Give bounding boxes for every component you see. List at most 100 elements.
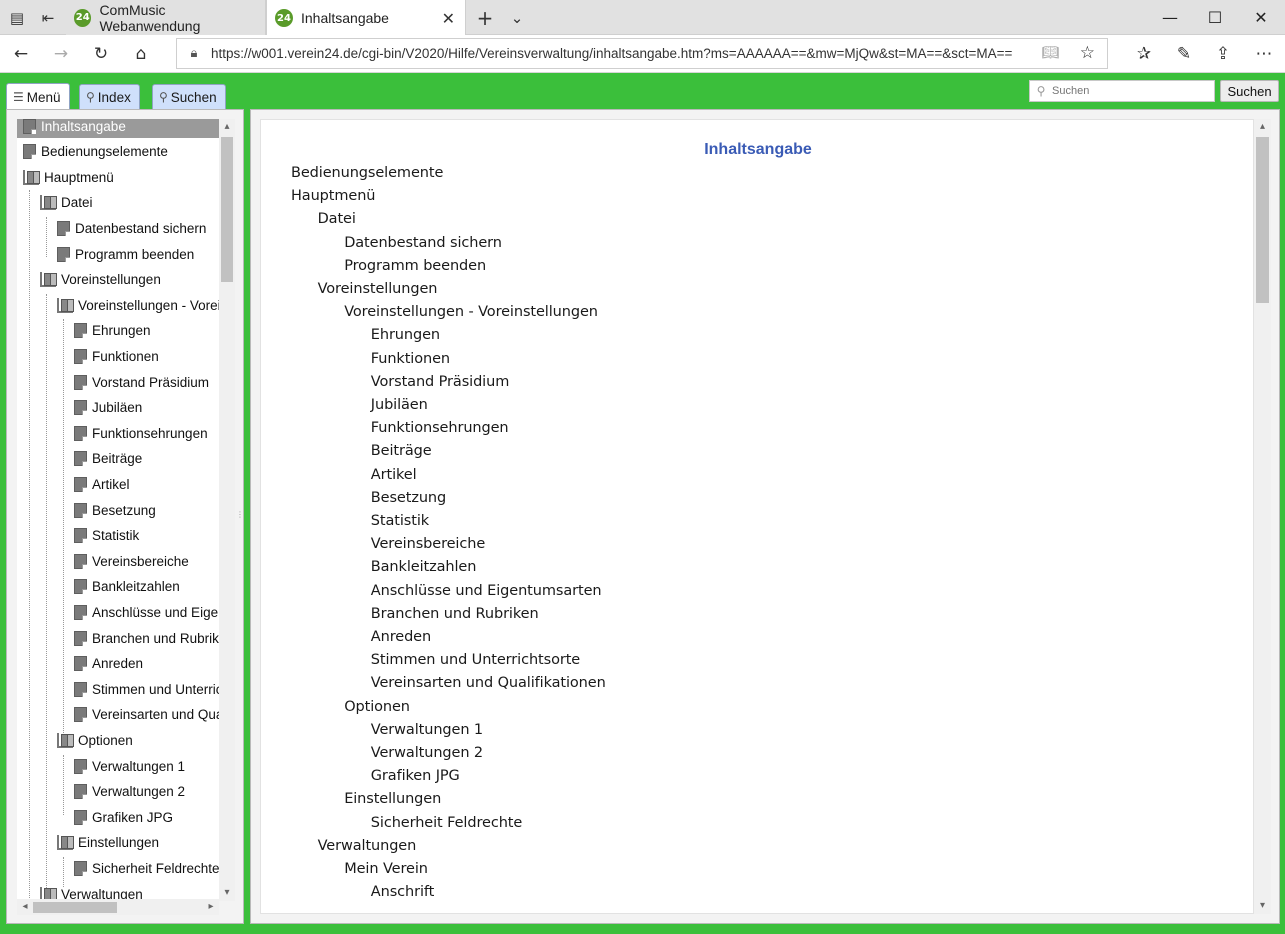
tree-item[interactable]: Sicherheit Feldrechte (17, 856, 219, 880)
pen-icon[interactable]: ✎ (1171, 42, 1197, 66)
toc-link[interactable]: Beiträge (371, 443, 432, 459)
tree-item[interactable]: Beiträge (17, 447, 219, 471)
tree-item[interactable]: Voreinstellungen - Voreins (17, 293, 219, 317)
close-tab-icon[interactable]: ✕ (442, 9, 455, 28)
toc-link[interactable]: Verwaltungen 1 (371, 722, 483, 738)
tree-item[interactable]: Datenbestand sichern (17, 216, 219, 240)
tab-actions-icon[interactable]: ▤ (6, 7, 28, 29)
tree-item[interactable]: Funktionsehrungen (17, 421, 219, 445)
tree-item[interactable]: Hauptmenü (17, 165, 219, 189)
tree-item[interactable]: Bedienungselemente (17, 140, 219, 164)
tree-item[interactable]: Grafiken JPG (17, 805, 219, 829)
tree-item[interactable]: Datei (17, 191, 219, 215)
toc-link[interactable]: Anschlüsse und Eigentumsarten (371, 583, 602, 599)
reading-view-icon[interactable]: 📖︎ (1041, 45, 1059, 61)
splitter-handle[interactable]: ⋮ (236, 510, 244, 519)
tree-item[interactable]: Statistik (17, 524, 219, 548)
tree-item[interactable]: Anschlüsse und Eigen (17, 600, 219, 624)
tree-item[interactable]: Einstellungen (17, 831, 219, 855)
tree-item[interactable]: Optionen (17, 728, 219, 752)
tab-search[interactable]: ⚲ Suchen (152, 84, 226, 109)
toc-link[interactable]: Stimmen und Unterrichtsorte (371, 652, 580, 668)
new-tab-icon[interactable]: + (474, 6, 496, 30)
toc-link[interactable]: Bedienungselemente (291, 165, 443, 181)
scroll-down-icon[interactable]: ▾ (1254, 898, 1271, 914)
toc-link[interactable]: Mein Verein (344, 861, 428, 877)
minimize-icon[interactable]: — (1158, 6, 1182, 28)
favorite-star-icon[interactable]: ☆ (1080, 43, 1095, 63)
toc-link[interactable]: Vereinsarten und Qualifikationen (371, 675, 606, 691)
toc-link[interactable]: Vereinsbereiche (371, 536, 485, 552)
tree-item[interactable]: Inhaltsangabe (17, 119, 219, 138)
lock-icon[interactable]: 🔒︎ (177, 46, 211, 61)
toc-link[interactable]: Datei (318, 211, 356, 227)
tab-menu[interactable]: ☰ Menü (6, 83, 70, 110)
tree-item[interactable]: Artikel (17, 472, 219, 496)
toc-link[interactable]: Voreinstellungen (318, 281, 438, 297)
toc-link[interactable]: Programm beenden (344, 258, 486, 274)
forward-arrow-icon[interactable]: → (48, 42, 74, 66)
address-bar[interactable]: 🔒︎ https://w001.verein24.de/cgi-bin/V202… (176, 38, 1108, 69)
toc-link[interactable]: Branchen und Rubriken (371, 606, 539, 622)
scrollbar-thumb[interactable] (33, 902, 117, 913)
scrollbar-thumb[interactable] (221, 137, 233, 282)
share-icon[interactable]: ⇪ (1210, 42, 1236, 66)
toc-link[interactable]: Besetzung (371, 490, 446, 506)
chevron-down-icon[interactable]: ⌄ (506, 7, 528, 29)
toc-link[interactable]: Grafiken JPG (371, 768, 460, 784)
browser-tab-inhaltsangabe[interactable]: 24 Inhaltsangabe ✕ (266, 0, 466, 36)
toc-link[interactable]: Funktionsehrungen (371, 420, 509, 436)
toc-link[interactable]: Artikel (371, 467, 417, 483)
tree-vertical-scrollbar[interactable]: ▴ ▾ (219, 119, 235, 901)
toc-link[interactable]: Ehrungen (371, 327, 440, 343)
tree-item[interactable]: Branchen und Rubrike (17, 626, 219, 650)
toc-link[interactable]: Voreinstellungen - Voreinstellungen (344, 304, 598, 320)
scroll-left-icon[interactable]: ◂ (17, 899, 33, 915)
tree-horizontal-scrollbar[interactable]: ◂ ▸ (17, 899, 219, 915)
tree-item[interactable]: Verwaltungen 1 (17, 754, 219, 778)
home-icon[interactable]: ⌂ (128, 42, 154, 66)
tree-item[interactable]: Vereinsarten und Qual (17, 703, 219, 727)
maximize-icon[interactable]: ☐ (1203, 6, 1227, 28)
search-input[interactable] (1052, 85, 1212, 97)
tree-item[interactable]: Anreden (17, 652, 219, 676)
more-options-icon[interactable]: ⋯ (1251, 42, 1277, 66)
toc-link[interactable]: Vorstand Präsidium (371, 374, 510, 390)
search-button[interactable]: Suchen (1220, 80, 1279, 102)
toc-link[interactable]: Optionen (344, 699, 410, 715)
toc-link[interactable]: Datenbestand sichern (344, 235, 502, 251)
toc-link[interactable]: Verwaltungen (318, 838, 417, 854)
scroll-down-icon[interactable]: ▾ (219, 885, 235, 901)
toc-link[interactable]: Anschrift (371, 884, 435, 900)
toc-link[interactable]: Verwaltungen 2 (371, 745, 483, 761)
content-vertical-scrollbar[interactable]: ▴ ▾ (1254, 119, 1271, 914)
set-aside-tabs-icon[interactable]: ⇤ (37, 7, 59, 29)
toc-link[interactable]: Hauptmenü (291, 188, 376, 204)
tree-item[interactable]: Jubiläen (17, 396, 219, 420)
search-field[interactable]: ⚲ (1029, 80, 1215, 102)
tree-item[interactable]: Bankleitzahlen (17, 575, 219, 599)
toc-link[interactable]: Funktionen (371, 351, 450, 367)
tree-item[interactable]: Verwaltungen 2 (17, 780, 219, 804)
scroll-right-icon[interactable]: ▸ (203, 899, 219, 915)
tab-index[interactable]: ⚲ Index (79, 84, 140, 109)
tree-item[interactable]: Vereinsbereiche (17, 549, 219, 573)
refresh-icon[interactable]: ↻ (88, 42, 114, 66)
tree-item[interactable]: Ehrungen (17, 319, 219, 343)
toc-link[interactable]: Einstellungen (344, 791, 441, 807)
toc-link[interactable]: Anreden (371, 629, 431, 645)
toc-link[interactable]: Statistik (371, 513, 429, 529)
tree-item[interactable]: Vorstand Präsidium (17, 370, 219, 394)
scroll-up-icon[interactable]: ▴ (1254, 119, 1271, 135)
browser-tab-commusic[interactable]: 24 ComMusic Webanwendung (66, 0, 266, 35)
tree-item[interactable]: Stimmen und Unterrich (17, 677, 219, 701)
toc-link[interactable]: Bankleitzahlen (371, 559, 477, 575)
favorites-list-icon[interactable]: ✰ (1131, 42, 1157, 66)
scrollbar-thumb[interactable] (1256, 137, 1269, 303)
scroll-up-icon[interactable]: ▴ (219, 119, 235, 135)
tree-item[interactable]: Programm beenden (17, 242, 219, 266)
toc-link[interactable]: Jubiläen (371, 397, 428, 413)
close-icon[interactable]: ✕ (1249, 6, 1273, 28)
back-arrow-icon[interactable]: ← (8, 42, 34, 66)
tree-item[interactable]: Besetzung (17, 498, 219, 522)
